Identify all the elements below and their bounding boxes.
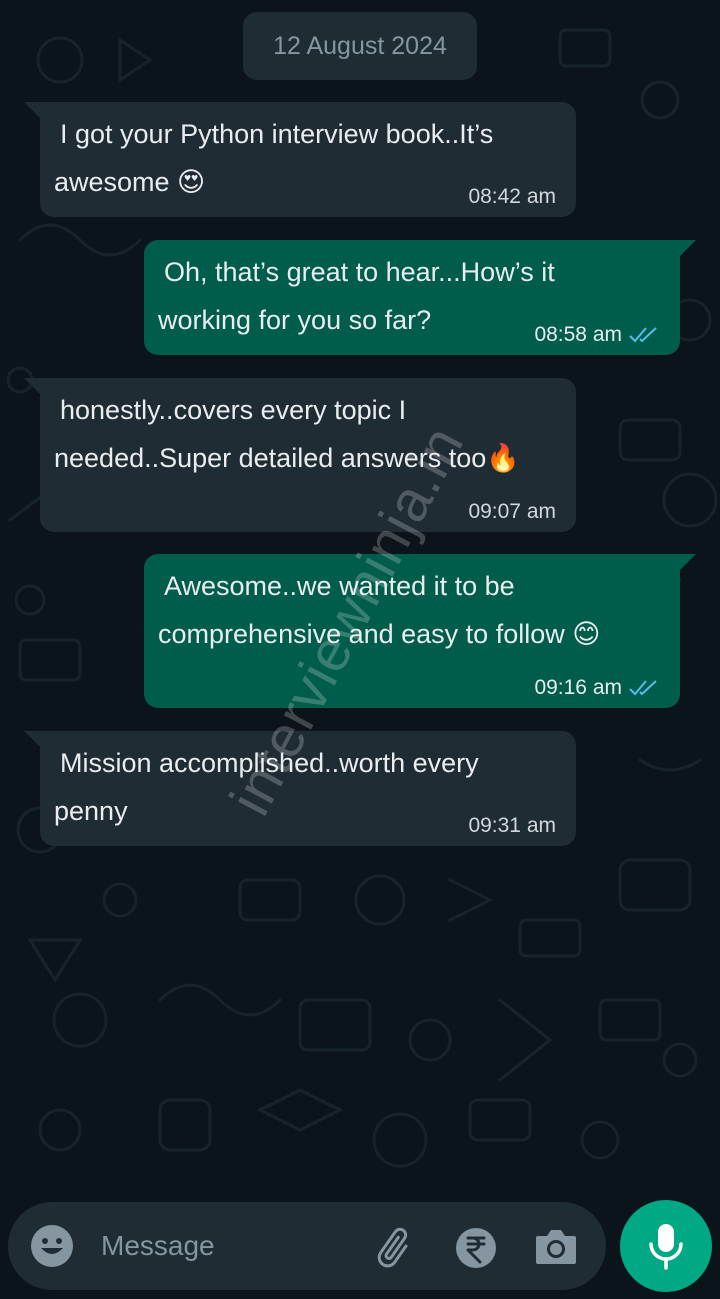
message-text-line: Oh, that’s great to hear...How’s it [164, 257, 555, 287]
message-bubble-incoming[interactable]: honestly..covers every topic I needed..S… [24, 378, 576, 532]
message-text-line: working for you so far? [158, 305, 432, 335]
message-text-line: awesome 😍 [54, 167, 206, 197]
bubble-tail [680, 554, 696, 570]
payment-button[interactable] [454, 1226, 498, 1270]
mic-icon [649, 1224, 683, 1270]
message-text-line: I got your Python interview book..It’s [60, 119, 494, 149]
message-bubble-incoming[interactable]: Mission accomplished..worth every penny … [24, 731, 576, 846]
message-meta: 08:58 am [534, 323, 660, 347]
message-meta: 09:31 am [468, 814, 556, 838]
rupee-payment-icon [456, 1228, 496, 1268]
bubble-tail [24, 731, 40, 747]
message-text-line: penny [54, 796, 128, 826]
camera-button[interactable] [534, 1226, 578, 1266]
attach-button[interactable] [372, 1224, 418, 1270]
camera-icon [536, 1230, 576, 1264]
message-composer [8, 1202, 606, 1290]
bubble-tail [680, 240, 696, 256]
emoji-icon [31, 1225, 73, 1267]
message-bubble-incoming[interactable]: I got your Python interview book..It’s a… [24, 102, 576, 217]
date-chip: 12 August 2024 [243, 12, 477, 80]
message-time: 08:58 am [534, 323, 622, 346]
message-text-line: Mission accomplished..worth every [60, 748, 479, 778]
message-text-line: Awesome..we wanted it to be [164, 571, 515, 601]
message-time: 08:42 am [468, 185, 556, 208]
double-check-icon [629, 327, 657, 343]
message-input[interactable] [101, 1226, 351, 1266]
double-check-icon [629, 680, 657, 696]
emoji-button[interactable] [30, 1224, 74, 1268]
message-text-line: comprehensive and easy to follow 😊 [158, 619, 601, 649]
voice-message-button[interactable] [620, 1200, 712, 1292]
bubble-tail [24, 378, 40, 394]
message-time: 09:07 am [468, 500, 556, 523]
message-text-line: needed..Super detailed answers too🔥 [54, 443, 520, 473]
message-text-line: honestly..covers every topic I [60, 395, 407, 425]
bubble-tail [24, 102, 40, 118]
message-meta: 09:07 am [468, 500, 556, 524]
attach-icon [377, 1227, 408, 1268]
message-bubble-outgoing[interactable]: Oh, that’s great to hear...How’s it work… [144, 240, 696, 355]
message-time: 09:31 am [468, 814, 556, 837]
message-time: 09:16 am [534, 676, 622, 699]
message-meta: 08:42 am [468, 185, 556, 209]
message-bubble-outgoing[interactable]: Awesome..we wanted it to be comprehensiv… [144, 554, 696, 708]
message-meta: 09:16 am [534, 676, 660, 700]
